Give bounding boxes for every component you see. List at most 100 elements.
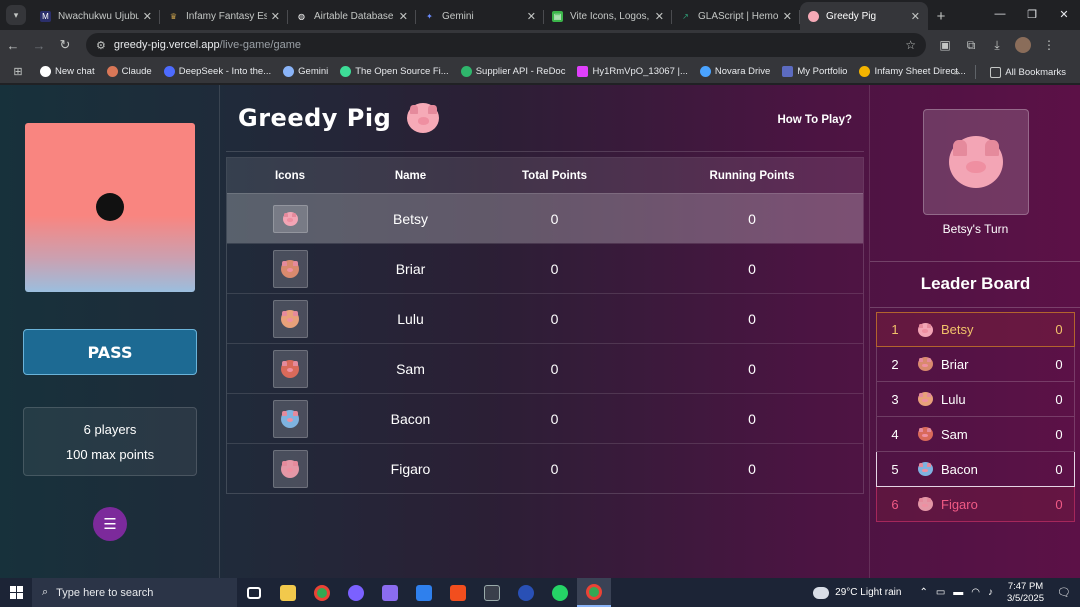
tab-close-icon[interactable]: ✕ xyxy=(143,10,152,23)
how-to-play-link[interactable]: How To Play? xyxy=(777,114,852,126)
table-row[interactable]: Sam 0 0 xyxy=(227,343,863,393)
tab-greedy-pig[interactable]: Greedy Pig ✕ xyxy=(800,2,928,30)
player-total: 0 xyxy=(550,360,559,377)
vscode-icon[interactable] xyxy=(407,578,441,607)
bookmark-new-chat[interactable]: New chat xyxy=(34,66,101,77)
bookmark-open-source[interactable]: The Open Source Fi... xyxy=(334,66,454,77)
table-header: Icons Name Total Points Running Points xyxy=(227,158,863,193)
current-player-portrait xyxy=(923,109,1029,215)
more-bookmarks-icon[interactable]: » xyxy=(954,67,959,78)
system-tray: 29°C Light rain ⌃ ▭ ▬ ◠ ♪ 7:47 PM 3/5/20… xyxy=(813,578,1080,607)
hamburger-menu-icon[interactable]: ☰ xyxy=(93,507,127,541)
davinci-icon[interactable] xyxy=(475,578,509,607)
turn-indicator: Betsy's Turn xyxy=(942,222,1009,236)
taskbar-search[interactable]: ⌕ Type here to search xyxy=(32,578,237,607)
extensions-icon[interactable]: ⧉ xyxy=(958,32,984,58)
menu-kebab-icon[interactable]: ⋮ xyxy=(1036,32,1062,58)
media-icon[interactable] xyxy=(509,578,543,607)
network-icon[interactable]: ▭ xyxy=(936,587,945,598)
windows-start-icon[interactable] xyxy=(0,578,32,607)
back-icon[interactable]: ← xyxy=(0,32,26,58)
clock[interactable]: 7:47 PM 3/5/2025 xyxy=(1007,581,1044,605)
right-panel: Betsy's Turn Leader Board 1 Betsy 0 2 Br… xyxy=(869,85,1080,578)
download-icon[interactable]: ⤓ xyxy=(984,32,1010,58)
chevron-up-icon[interactable]: ⌃ xyxy=(919,587,927,598)
browser-toolbar: ← → ↻ ⚙ greedy-pig.vercel.app /live-game… xyxy=(0,30,1080,60)
close-window-icon[interactable]: ✕ xyxy=(1048,0,1080,28)
bookmark-supplier-api[interactable]: Supplier API - ReDoc xyxy=(455,66,572,77)
notification-icon[interactable]: 🗨 xyxy=(1054,584,1074,602)
bookmark-my-portfolio[interactable]: My Portfolio xyxy=(776,66,853,77)
figma-icon[interactable] xyxy=(441,578,475,607)
tab-airtable[interactable]: ◍ Airtable Database Lin ✕ xyxy=(288,2,416,30)
toolbar-actions: ▣ ⧉ ⤓ ⋮ xyxy=(932,32,1062,58)
tab-gemini[interactable]: ✦ Gemini ✕ xyxy=(416,2,544,30)
address-bar[interactable]: ⚙ greedy-pig.vercel.app /live-game/game … xyxy=(86,33,926,57)
screen-share-icon[interactable]: ▣ xyxy=(932,32,958,58)
tab-vite-icons[interactable]: ▤ Vite Icons, Logos, Sy ✕ xyxy=(544,2,672,30)
pig-favicon-icon xyxy=(808,10,819,22)
weather-widget[interactable]: 29°C Light rain xyxy=(813,586,901,599)
bookmark-claude[interactable]: Claude xyxy=(101,66,158,77)
table-row[interactable]: Lulu 0 0 xyxy=(227,293,863,343)
leaderboard-rank: 5 xyxy=(891,461,899,477)
table-row[interactable]: Briar 0 0 xyxy=(227,243,863,293)
volume-icon[interactable]: ♪ xyxy=(988,587,993,598)
chrome-icon[interactable] xyxy=(305,578,339,607)
leaderboard-row: 2 Briar 0 xyxy=(876,347,1075,382)
battery-icon[interactable]: ▬ xyxy=(953,587,963,598)
task-view-icon[interactable] xyxy=(237,578,271,607)
leaderboard-points: 0 xyxy=(1055,461,1063,477)
tab-glascript[interactable]: ↗ GLAScript | Hemoph ✕ xyxy=(672,2,800,30)
table-row[interactable]: Figaro 0 0 xyxy=(227,443,863,493)
chrome-active-icon[interactable] xyxy=(577,578,611,607)
tab-nwachukwu[interactable]: M Nwachukwu Ujubuo ✕ xyxy=(32,2,160,30)
tab-close-icon[interactable]: ✕ xyxy=(911,10,920,23)
portfolio-icon xyxy=(782,66,794,77)
forward-icon[interactable]: → xyxy=(26,32,52,58)
new-tab-button[interactable]: + xyxy=(928,3,954,29)
profile-avatar[interactable] xyxy=(1015,37,1031,53)
bookmark-gemini[interactable]: Gemini xyxy=(277,66,334,77)
apps-grid-icon[interactable]: ⊞ xyxy=(6,65,30,78)
leaderboard-rank: 3 xyxy=(891,391,899,407)
pig-logo-icon xyxy=(407,103,440,133)
tab-close-icon[interactable]: ✕ xyxy=(783,10,792,23)
bookmark-deepseek[interactable]: DeepSeek - Into the... xyxy=(158,66,277,77)
globe-icon: ◍ xyxy=(298,11,305,21)
leaderboard-name: Betsy xyxy=(941,322,974,337)
wifi-icon[interactable]: ◠ xyxy=(971,587,980,598)
table-row[interactable]: Betsy 0 0 xyxy=(227,193,863,243)
dice-face[interactable] xyxy=(25,123,195,292)
bookmark-novara-drive[interactable]: Novara Drive xyxy=(694,66,776,77)
file-explorer-icon[interactable] xyxy=(271,578,305,607)
tab-search-button[interactable]: ▾ xyxy=(6,5,26,25)
tab-close-icon[interactable]: ✕ xyxy=(655,10,664,23)
table-row[interactable]: Bacon 0 0 xyxy=(227,393,863,443)
bookmark-hy1rm[interactable]: Hy1RmVpO_13067 |... xyxy=(571,66,693,77)
leaderboard-row: 5 Bacon 0 xyxy=(876,452,1075,487)
pass-button[interactable]: PASS xyxy=(23,329,197,375)
app-icon[interactable] xyxy=(339,578,373,607)
leaderboard-list: 1 Betsy 0 2 Briar 0 3 Lulu 0 4 Sam 0 5 B… xyxy=(876,312,1075,522)
bookmark-star-icon[interactable]: ☆ xyxy=(905,38,916,52)
whatsapp-icon[interactable] xyxy=(543,578,577,607)
figma-icon xyxy=(577,66,589,77)
tab-close-icon[interactable]: ✕ xyxy=(271,10,280,23)
maximize-icon[interactable]: ❐ xyxy=(1016,0,1048,28)
tab-infamy[interactable]: ♛ Infamy Fantasy Espo ✕ xyxy=(160,2,288,30)
leaderboard-rank: 4 xyxy=(891,426,899,442)
site-info-icon[interactable]: ⚙ xyxy=(96,39,106,52)
minimize-icon[interactable]: — xyxy=(984,0,1016,28)
all-bookmarks[interactable]: All Bookmarks xyxy=(984,66,1072,78)
reload-icon[interactable]: ↻ xyxy=(52,32,78,58)
tab-close-icon[interactable]: ✕ xyxy=(527,10,536,23)
obsidian-icon[interactable] xyxy=(373,578,407,607)
gemini-icon xyxy=(283,66,295,77)
tab-close-icon[interactable]: ✕ xyxy=(399,10,408,23)
header-icons: Icons xyxy=(274,169,306,182)
leaderboard-row: 1 Betsy 0 xyxy=(876,312,1075,347)
leaderboard-points: 0 xyxy=(1055,322,1063,337)
pig-avatar-icon xyxy=(272,204,308,233)
leaderboard-rank: 2 xyxy=(891,356,899,372)
